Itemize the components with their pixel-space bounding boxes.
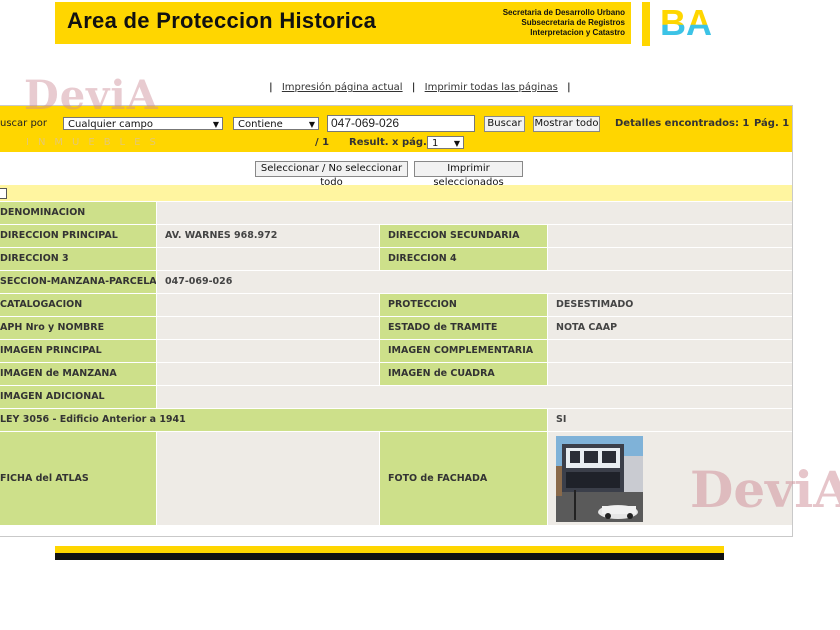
table-row: IMAGEN de MANZANA IMAGEN de CUADRA (0, 363, 792, 386)
print-selected-button[interactable]: Imprimir seleccionados (414, 161, 523, 188)
imagen-complementaria-value (548, 340, 792, 362)
table-row: SECCION-MANZANA-PARCELA 047-069-026 (0, 271, 792, 294)
page-total: / 1 (315, 137, 330, 148)
denominacion-label: DENOMINACION (0, 202, 156, 224)
results-per-page-label: Result. x pág.: (349, 137, 431, 148)
ley-3056-value: SI (548, 409, 792, 431)
proteccion-label: PROTECCION (380, 294, 547, 316)
page-number: Pág. 1 (754, 118, 790, 129)
estado-tramite-value: NOTA CAAP (548, 317, 792, 339)
proteccion-value: DESESTIMADO (548, 294, 792, 316)
print-links: | Impresión página actual | Imprimir tod… (263, 82, 577, 93)
table-row: CATALOGACION PROTECCION DESESTIMADO (0, 294, 792, 317)
imagen-cuadra-label: IMAGEN de CUADRA (380, 363, 547, 385)
record-table: DENOMINACION DIRECCION PRINCIPAL AV. WAR… (0, 202, 792, 526)
print-all-pages-link[interactable]: Imprimir todas las páginas (425, 82, 558, 93)
table-row: IMAGEN ADICIONAL (0, 386, 792, 409)
selection-bar (0, 185, 792, 201)
chevron-down-icon: ▼ (212, 120, 219, 129)
details-found: Detalles encontrados: 1 (615, 118, 750, 129)
direccion-principal-label: DIRECCION PRINCIPAL (0, 225, 156, 247)
imagen-adicional-value (157, 386, 792, 408)
table-row: DIRECCION PRINCIPAL AV. WARNES 968.972 D… (0, 225, 792, 248)
denominacion-value (157, 202, 792, 224)
separator: | (411, 82, 416, 93)
toggle-select-all-button[interactable]: Seleccionar / No seleccionar todo (255, 161, 408, 188)
aph-value (157, 317, 379, 339)
imagen-manzana-value (157, 363, 379, 385)
smp-value: 047-069-026 (157, 271, 792, 293)
header-banner: Area de Proteccion Historica Secretaria … (55, 2, 631, 44)
table-row: LEY 3056 - Edificio Anterior a 1941 SI (0, 409, 792, 432)
table-row: DIRECCION 3 DIRECCION 4 (0, 248, 792, 271)
watermark-logo: DeviA (690, 460, 840, 519)
operator-select-value: Contiene (238, 119, 283, 130)
header-sub-line-2: Subsecretaria de Registros (521, 18, 625, 27)
watermark-subtitle: INMUEBLES (26, 137, 165, 148)
header-sub-line-1: Secretaria de Desarrollo Urbano (502, 8, 625, 17)
footer-bar-black (55, 553, 724, 560)
table-row: APH Nro y NOMBRE ESTADO de TRAMITE NOTA … (0, 317, 792, 340)
chevron-down-icon: ▼ (308, 120, 315, 129)
ba-logo-bar (642, 2, 650, 46)
catalogacion-value (157, 294, 379, 316)
header-subtitle: Secretaria de Desarrollo Urbano Subsecre… (503, 8, 625, 38)
header-sub-line-3: Interpretacion y Catastro (530, 28, 625, 37)
imagen-principal-label: IMAGEN PRINCIPAL (0, 340, 156, 362)
action-row: Seleccionar / No seleccionar todo Imprim… (0, 152, 792, 188)
table-row: DENOMINACION (0, 202, 792, 225)
search-input[interactable]: 047-069-026 (327, 115, 475, 132)
facade-photo[interactable] (556, 436, 643, 522)
page-title: Area de Proteccion Historica (67, 8, 377, 33)
direccion-secundaria-value (548, 225, 792, 247)
table-row: IMAGEN PRINCIPAL IMAGEN COMPLEMENTARIA (0, 340, 792, 363)
table-row: FICHA del ATLAS FOTO de FACHADA (0, 432, 792, 526)
catalogacion-label: CATALOGACION (0, 294, 156, 316)
separator: | (567, 82, 571, 93)
results-panel: uscar por Cualquier campo ▼ Contiene ▼ 0… (0, 105, 793, 537)
direccion3-label: DIRECCION 3 (0, 248, 156, 270)
imagen-manzana-label: IMAGEN de MANZANA (0, 363, 156, 385)
estado-tramite-label: ESTADO de TRAMITE (380, 317, 547, 339)
results-per-page-value: 1 (432, 138, 439, 149)
direccion4-value (548, 248, 792, 270)
field-select-value: Cualquier campo (68, 119, 153, 130)
smp-label: SECCION-MANZANA-PARCELA (0, 271, 156, 293)
direccion-secundaria-label: DIRECCION SECUNDARIA (380, 225, 547, 247)
ficha-atlas-value (157, 432, 379, 525)
ley-3056-label: LEY 3056 - Edificio Anterior a 1941 (0, 409, 547, 431)
search-button[interactable]: Buscar (484, 116, 525, 132)
imagen-adicional-label: IMAGEN ADICIONAL (0, 386, 156, 408)
ficha-atlas-label: FICHA del ATLAS (0, 432, 156, 525)
ba-logo: BA (660, 4, 712, 40)
ba-logo-text: BA (660, 4, 712, 40)
aph-label: APH Nro y NOMBRE (0, 317, 156, 339)
results-per-page-select[interactable]: 1 ▼ (427, 136, 464, 149)
watermark-logo: DeviA (24, 72, 159, 119)
imagen-complementaria-label: IMAGEN COMPLEMENTARIA (380, 340, 547, 362)
imagen-cuadra-value (548, 363, 792, 385)
chevron-down-icon: ▼ (453, 139, 460, 148)
footer-bar-yellow (55, 546, 724, 553)
operator-select[interactable]: Contiene ▼ (233, 117, 319, 130)
row-checkbox[interactable] (0, 188, 7, 199)
direccion-principal-value: AV. WARNES 968.972 (157, 225, 379, 247)
direccion4-label: DIRECCION 4 (380, 248, 547, 270)
search-label: uscar por (0, 118, 48, 129)
separator: | (269, 82, 273, 93)
show-all-button[interactable]: Mostrar todo (533, 116, 600, 132)
foto-fachada-label: FOTO de FACHADA (380, 432, 547, 525)
imagen-principal-value (157, 340, 379, 362)
direccion3-value (157, 248, 379, 270)
print-current-page-link[interactable]: Impresión página actual (282, 82, 403, 93)
